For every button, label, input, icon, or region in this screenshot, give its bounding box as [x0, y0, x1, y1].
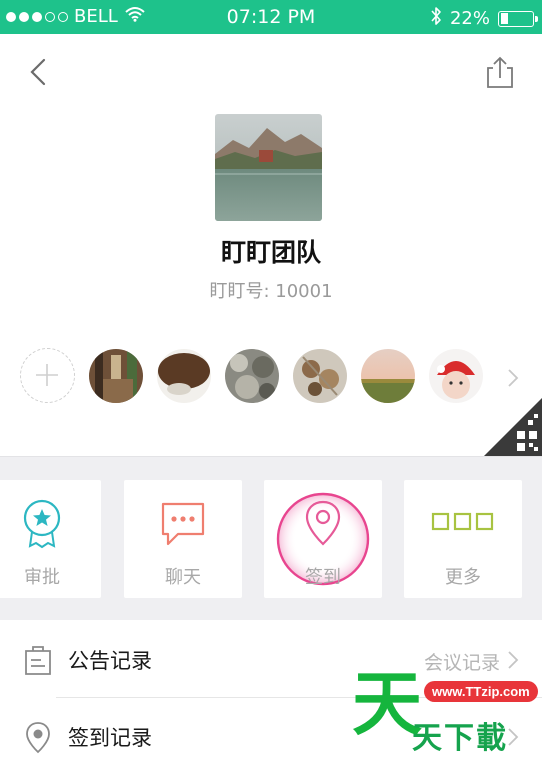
checkin-records-label: 签到记录: [68, 726, 152, 750]
feature-grid: 审批 聊天 签到 更多: [0, 456, 542, 620]
member-avatar[interactable]: [361, 349, 415, 403]
add-member-button[interactable]: [20, 348, 75, 403]
badge-icon: [0, 498, 101, 550]
chevron-right-icon: [508, 369, 519, 387]
tile-label: 聊天: [165, 567, 201, 588]
plus-icon: [36, 364, 58, 386]
team-avatar[interactable]: [215, 114, 322, 221]
team-name: 盯盯团队: [220, 238, 321, 267]
qr-code-button[interactable]: [484, 398, 542, 456]
chevron-left-icon: [30, 58, 46, 86]
member-avatar[interactable]: [157, 349, 211, 403]
battery-percent: 22%: [449, 8, 490, 29]
qr-code-icon: [484, 398, 542, 456]
tile-label: 签到: [305, 567, 341, 588]
share-button[interactable]: [482, 52, 518, 92]
members-next-button[interactable]: [503, 364, 523, 392]
chat-bubble-icon: [124, 498, 242, 550]
member-avatar[interactable]: [429, 349, 483, 403]
meeting-records-link[interactable]: 会议记录: [424, 648, 500, 675]
chat-tile[interactable]: 聊天: [124, 480, 242, 598]
announcement-records-label: 公告记录: [68, 649, 152, 673]
back-button[interactable]: [22, 52, 58, 92]
tile-label: 更多: [445, 567, 481, 588]
announcement-icon: [25, 646, 51, 675]
tile-label: 审批: [24, 567, 60, 588]
location-pin-icon: [264, 498, 382, 550]
watermark-url: www.TTzip.com: [424, 681, 538, 702]
checkin-tile[interactable]: 签到: [264, 480, 382, 598]
status-right: 22%: [430, 6, 538, 31]
status-bar: BELL 07:12 PM 22%: [0, 0, 542, 34]
chevron-right-icon: [508, 651, 519, 669]
watermark-text: 天下載: [412, 721, 508, 756]
bluetooth-icon: [430, 6, 442, 31]
more-tile[interactable]: 更多: [404, 480, 522, 598]
site-watermark: 天 www.TTzip.com 天下載: [352, 669, 542, 765]
team-id: 盯盯号: 10001: [209, 281, 333, 302]
location-pin-icon: [26, 722, 50, 754]
share-icon: [487, 56, 513, 88]
member-avatar[interactable]: [89, 349, 143, 403]
member-avatar[interactable]: [293, 349, 347, 403]
member-avatar[interactable]: [225, 349, 279, 403]
battery-icon: [498, 10, 538, 27]
members-row: [0, 346, 542, 408]
approval-tile[interactable]: 审批: [0, 480, 101, 598]
more-squares-icon: [404, 498, 522, 550]
